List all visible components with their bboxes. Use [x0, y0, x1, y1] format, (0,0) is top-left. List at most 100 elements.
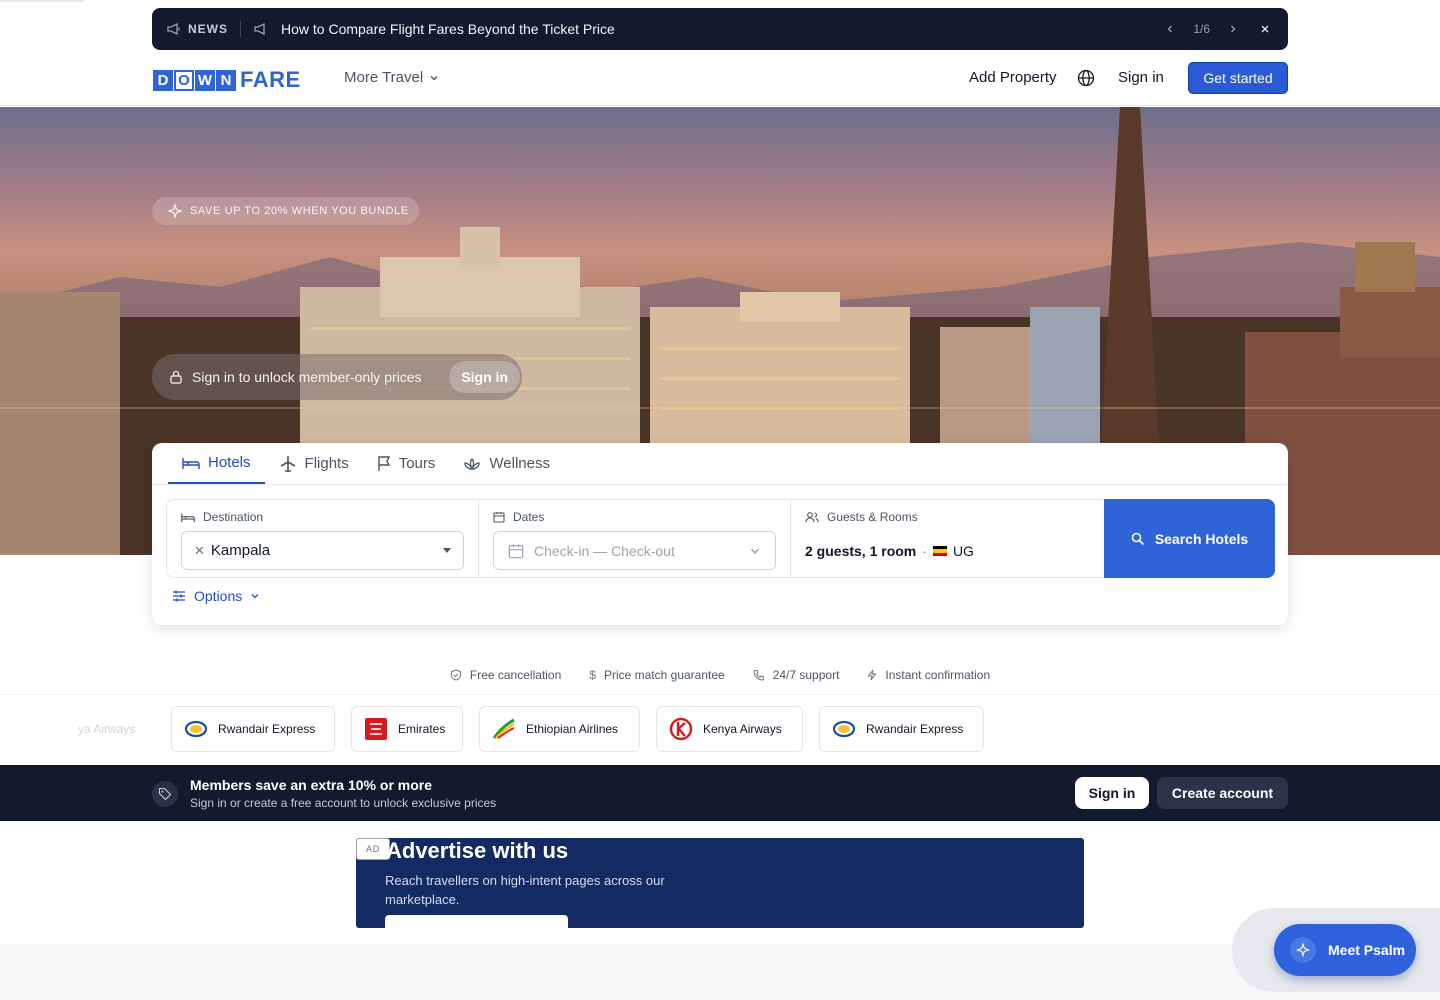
airline-name: Rwandair Express [218, 722, 316, 736]
news-separator [240, 21, 241, 37]
airline-chip[interactable]: Emirates [351, 706, 463, 752]
ad-text: Reach travellers on high-intent pages ac… [385, 873, 665, 907]
news-pager: 1/6 [1193, 22, 1210, 36]
feature-item: $ Price match guarantee [589, 668, 725, 682]
dollar-icon: $ [589, 668, 596, 682]
feature-list: Free cancellation $ Price match guarante… [0, 664, 1440, 686]
tab-flights[interactable]: Flights [265, 443, 363, 484]
options-label: Options [194, 588, 243, 604]
kenya-airways-logo-icon [669, 717, 693, 741]
members-title: Members save an extra 10% or more [190, 777, 433, 793]
features-divider [0, 694, 1440, 695]
shield-icon [450, 669, 461, 681]
tab-tours[interactable]: Tours [363, 443, 450, 484]
chevron-right-icon [1231, 25, 1236, 33]
destination-value: Kampala [210, 542, 271, 559]
destination-label: Destination [181, 510, 263, 524]
news-close-button[interactable] [1256, 20, 1274, 38]
bundle-promo-badge: SAVE UP TO 20% WHEN YOU BUNDLE [152, 197, 419, 225]
logo-letter: D [153, 69, 173, 91]
airline-chip[interactable]: Rwandair Express [171, 706, 335, 752]
lotus-icon [464, 457, 481, 470]
tabs-divider [152, 484, 1288, 485]
airline-chip[interactable]: Kenya Airways [656, 706, 803, 752]
guests-rooms-text: 2 guests, 1 room [805, 543, 917, 559]
tab-hotels[interactable]: Hotels [168, 443, 265, 484]
ad-cta-button[interactable] [385, 915, 568, 928]
logo-letter: W [195, 69, 215, 91]
meet-psalm-button[interactable]: Meet Psalm [1274, 924, 1416, 976]
news-prev-button[interactable] [1161, 20, 1179, 38]
uganda-flag-icon [932, 546, 947, 556]
tab-label: Wellness [489, 455, 550, 472]
search-panel: Hotels Flights Tours Wellness Destinatio… [152, 443, 1288, 625]
megaphone-icon [254, 22, 265, 36]
guests-label: Guests & Rooms [805, 510, 918, 524]
users-icon [805, 512, 819, 523]
advertisement-banner[interactable]: AD Advertise with us Reach travellers on… [356, 838, 1084, 928]
logo-wordmark: FARE [240, 67, 301, 92]
news-label: NEWS [188, 22, 228, 36]
options-toggle[interactable]: Options [172, 588, 260, 604]
clear-icon[interactable]: ✕ [194, 543, 205, 559]
search-hotels-button[interactable]: Search Hotels [1104, 499, 1275, 578]
globe-icon[interactable] [1077, 69, 1095, 87]
members-sign-in-button[interactable]: Sign in [1075, 777, 1149, 809]
logo-letter: N [216, 69, 236, 91]
site-header: D O W N FARE More Travel Add Property Si… [0, 50, 1440, 106]
add-property-link[interactable]: Add Property [969, 69, 1057, 86]
assistant-label: Meet Psalm [1328, 942, 1406, 958]
country-selector[interactable]: UG [932, 543, 974, 559]
member-prices-text: Sign in to unlock member-only prices [192, 369, 422, 385]
tab-label: Tours [398, 455, 436, 472]
search-button-label: Search Hotels [1154, 530, 1249, 547]
airline-chip[interactable]: Rwandair Express [819, 706, 984, 752]
dates-field: Dates Check-in — Check-out [479, 500, 791, 577]
feature-item: 24/7 support [753, 664, 839, 686]
guests-field[interactable]: Guests & Rooms 2 guests, 1 room · UG [791, 500, 1103, 577]
create-account-button[interactable]: Create account [1157, 777, 1288, 809]
news-next-button[interactable] [1224, 20, 1242, 38]
bolt-icon [867, 669, 877, 681]
sign-in-link[interactable]: Sign in [1118, 69, 1164, 86]
members-subtitle: Sign in or create a free account to unlo… [190, 796, 497, 810]
airline-carousel: ya Airways Rwandair Express Emirates Eth… [0, 706, 1440, 752]
get-started-button[interactable]: Get started [1188, 62, 1288, 94]
site-logo[interactable]: D O W N FARE [153, 67, 301, 93]
rwandair-logo-icon [184, 717, 208, 741]
dates-placeholder: Check-in — Check-out [534, 542, 675, 559]
tab-wellness[interactable]: Wellness [449, 443, 564, 484]
airline-name: Ethiopian Airlines [526, 722, 619, 736]
chevron-down-icon [251, 594, 259, 599]
airline-name: Kenya Airways [703, 722, 782, 736]
dates-picker[interactable]: Check-in — Check-out [493, 531, 776, 570]
lock-icon [170, 370, 182, 384]
airline-name: Emirates [398, 722, 446, 736]
feature-item: Instant confirmation [867, 664, 990, 686]
plane-icon [280, 455, 295, 472]
bed-icon [181, 513, 195, 522]
flag-icon [378, 455, 390, 471]
search-fields: Destination ✕ Kampala Dates Check-in — C… [166, 499, 1275, 578]
calendar-icon [508, 543, 524, 558]
more-travel-dropdown[interactable]: More Travel [344, 69, 439, 86]
destination-select[interactable]: ✕ Kampala [181, 531, 464, 570]
news-headline-link[interactable]: How to Compare Flight Fares Beyond the T… [281, 21, 615, 37]
bundle-promo-text: SAVE UP TO 20% WHEN YOU BUNDLE [190, 205, 409, 217]
dates-label: Dates [493, 510, 544, 524]
tab-label: Hotels [208, 454, 251, 471]
destination-field: Destination ✕ Kampala [167, 500, 479, 577]
chevron-down-icon [430, 75, 438, 80]
emirates-logo-icon [364, 717, 388, 741]
airline-chip[interactable]: Ethiopian Airlines [479, 706, 640, 752]
caret-down-icon [443, 548, 451, 553]
airline-ghost-label: ya Airways [78, 722, 136, 736]
ad-badge: AD [356, 838, 390, 860]
members-promo-bar: Members save an extra 10% or more Sign i… [0, 765, 1440, 821]
search-tabs: Hotels Flights Tours Wellness [168, 443, 564, 484]
member-sign-in-button[interactable]: Sign in [449, 361, 520, 393]
megaphone-icon [167, 22, 180, 36]
tag-icon [152, 781, 178, 807]
sparkle-icon [168, 204, 182, 218]
guests-value: 2 guests, 1 room · UG [805, 543, 974, 559]
